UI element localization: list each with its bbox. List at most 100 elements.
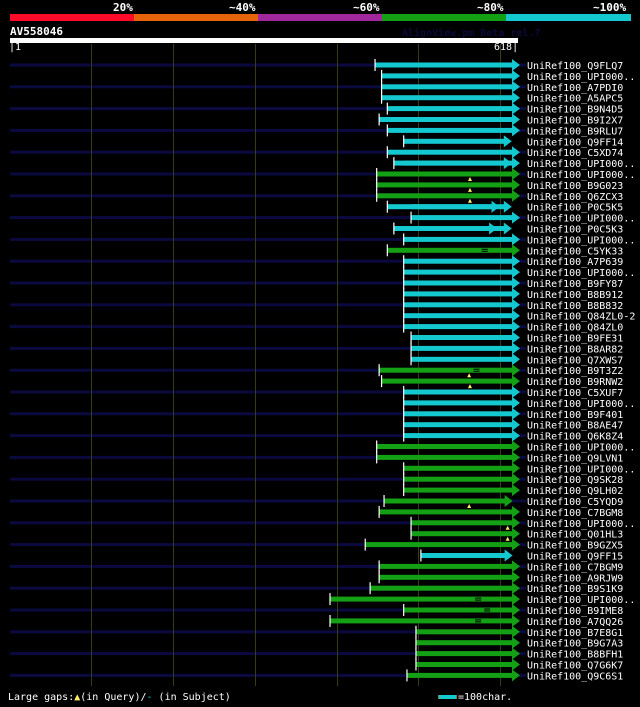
hit-label[interactable]: UniRef100_UPI000.. [527,519,635,530]
hit-bar [415,651,515,657]
hit-label[interactable]: UniRef100_Q7G6K7 [527,661,623,672]
hit-label[interactable]: UniRef100_B9N4D5 [527,105,623,116]
hit-label[interactable]: UniRef100_B9I2X7 [527,116,623,127]
hit-label[interactable]: UniRef100_Q9FLQ7 [527,61,623,72]
hit-bar [375,62,515,68]
hit-bar [411,215,515,221]
hit-label[interactable]: UniRef100_P0C5K3 [527,225,623,236]
hit-label[interactable]: UniRef100_A7PDI0 [527,83,623,94]
hit-label[interactable]: UniRef100_UPI000.. [527,399,635,410]
hit-label[interactable]: UniRef100_UPI000.. [527,159,635,170]
hit-bar [379,574,515,580]
hit-label[interactable]: UniRef100_B9FY87 [527,279,623,290]
hit-label[interactable]: UniRef100_Q9LVN1 [527,453,623,464]
hit-label[interactable]: UniRef100_B9F401 [527,410,623,421]
hit-bar [403,607,515,613]
hit-bar [387,247,515,253]
hit-label[interactable]: UniRef100_B9T3Z2 [527,366,623,377]
gap-in-query-marker [467,187,472,192]
hit-label[interactable]: UniRef100_Q6K8Z4 [527,432,623,443]
hit-label[interactable]: UniRef100_UPI000.. [527,268,635,279]
hit-label[interactable]: UniRef100_B9S1K9 [527,584,623,595]
hit-bar [403,465,515,471]
hit-label[interactable]: UniRef100_Q01HL3 [527,530,623,541]
hit-end-arrow [512,593,520,606]
hit-label[interactable]: UniRef100_B9G023 [527,181,623,192]
hit-label[interactable]: UniRef100_B8B912 [527,290,623,301]
hit-label[interactable]: UniRef100_UPI000.. [527,595,635,606]
gap-in-query-marker [467,373,472,378]
hit-label[interactable]: UniRef100_B8AE47 [527,421,623,432]
gap-query-text: (in Query)/ [80,692,147,703]
hit-bar [403,302,515,308]
hit-label[interactable]: UniRef100_C5YK33 [527,246,623,257]
hit-end-arrow [512,113,520,126]
hit-label[interactable]: UniRef100_B9FE31 [527,334,623,345]
hit-label[interactable]: UniRef100_Q9FF14 [527,137,623,148]
hit-label[interactable]: UniRef100_B7E8G1 [527,628,623,639]
hit-label[interactable]: UniRef100_B8BFH1 [527,650,623,661]
hit-bar [365,542,515,548]
hit-label[interactable]: UniRef100_UPI000.. [527,214,635,225]
hit-end-arrow [512,331,520,344]
hit-bar [415,640,515,646]
hit-end-arrow [512,604,520,616]
hit-end-arrow [512,233,520,246]
hit-end-arrow [512,91,520,104]
hit-bar [381,95,515,101]
hit-label[interactable]: UniRef100_Q6ZCX3 [527,192,623,203]
hit-bar [403,138,507,144]
hit-end-arrow [512,484,520,497]
hit-label[interactable]: UniRef100_C5YQD9 [527,497,623,508]
hit-end-arrow [512,386,520,398]
hit-bar [381,73,515,79]
hit-end-arrow [503,200,512,213]
hit-label[interactable]: UniRef100_A7QQ26 [527,617,623,628]
hit-label[interactable]: UniRef100_P0C5K5 [527,203,623,214]
hit-label[interactable]: UniRef100_B9RLU7 [527,126,623,137]
hit-label[interactable]: UniRef100_Q84ZL0-2 [527,312,635,323]
hit-bar [403,389,515,395]
hit-label[interactable]: UniRef100_C7BGM8 [527,508,623,519]
hit-label[interactable]: UniRef100_UPI000.. [527,72,635,83]
alignment-chart: UniRef100_Q9FLQ7UniRef100_UPI000..UniRef… [10,44,635,686]
hit-label[interactable]: UniRef100_UPI000.. [527,443,635,454]
hit-bar [403,324,515,330]
hit-end-arrow [512,69,520,82]
hit-label[interactable]: UniRef100_A9RJW9 [527,573,623,584]
hit-end-arrow [504,495,513,507]
hit-end-arrow [512,669,520,682]
hit-end-arrow [512,102,520,115]
hit-label[interactable]: UniRef100_Q7XWS7 [527,355,623,366]
hit-label[interactable]: UniRef100_Q9SK28 [527,475,623,486]
hit-bar [387,127,515,133]
hit-label[interactable]: UniRef100_A5APC5 [527,94,623,105]
hit-label[interactable]: UniRef100_C7BGM9 [527,562,623,573]
hit-label[interactable]: UniRef100_B9RNW2 [527,377,623,388]
hit-label[interactable]: UniRef100_Q9C6S1 [527,671,623,682]
hit-bar [406,672,515,678]
hit-label[interactable]: UniRef100_Q9LH02 [527,486,623,497]
hit-label[interactable]: UniRef100_B8AR82 [527,344,623,355]
hit-label[interactable]: UniRef100_UPI000.. [527,464,635,475]
hit-bar [403,422,515,428]
hit-label[interactable]: UniRef100_B9IME8 [527,606,623,617]
hit-bar [403,160,515,166]
hit-label[interactable]: UniRef100_UPI000.. [527,170,635,181]
gap-in-query-marker [467,504,472,508]
gap-in-query-marker [505,525,510,530]
hit-label[interactable]: UniRef100_Q9FF15 [527,552,623,563]
hit-bar [420,553,508,558]
hit-label[interactable]: UniRef100_B8B832 [527,301,623,312]
hit-label[interactable]: UniRef100_C5XD74 [527,148,623,159]
hit-end-arrow [512,59,520,71]
hit-end-arrow [512,396,520,409]
hit-bar [330,618,515,624]
hit-label[interactable]: UniRef100_A7P639 [527,257,623,268]
hit-label[interactable]: UniRef100_UPI000.. [527,235,635,246]
hit-label[interactable]: UniRef100_B9GZX5 [527,541,623,552]
hit-label[interactable]: UniRef100_B9G7A3 [527,639,623,650]
hit-label[interactable]: UniRef100_C5XUF7 [527,388,623,399]
gap-subject-text: (in Subject) [152,692,231,703]
hit-label[interactable]: UniRef100_Q84ZL0 [527,323,623,334]
